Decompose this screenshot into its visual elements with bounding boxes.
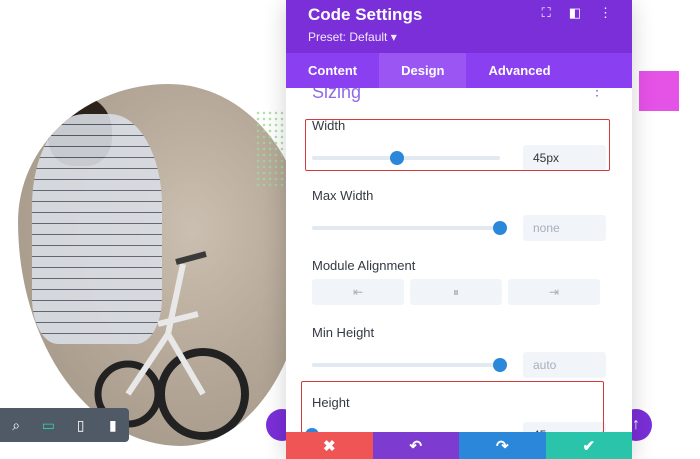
align-center-icon: ⏸ xyxy=(452,284,459,299)
expand-icon[interactable]: ⛶ xyxy=(542,5,551,21)
align-center-button[interactable]: ⏸ xyxy=(410,279,502,305)
section-controls: ⌃ ⋮ xyxy=(568,88,604,99)
save-button[interactable]: ✔ xyxy=(545,432,632,459)
alignment-options: ⇤ ⏸ ⇥ xyxy=(312,279,606,305)
max-width-slider-track[interactable] xyxy=(312,226,500,230)
pink-square-decoration xyxy=(639,71,679,111)
chevron-up-icon[interactable]: ⌃ xyxy=(568,88,580,99)
min-height-slider-track[interactable] xyxy=(312,363,500,367)
width-highlight-box xyxy=(305,119,610,171)
min-height-label: Min Height xyxy=(312,325,375,340)
undo-icon: ↶ xyxy=(409,437,423,455)
max-width-slider-row: none xyxy=(312,215,606,241)
section-title: Sizing xyxy=(312,88,362,102)
redo-icon: ↷ xyxy=(495,437,509,455)
more-icon[interactable]: ⋮ xyxy=(599,5,612,21)
min-height-value-input[interactable]: auto xyxy=(523,352,606,378)
align-right-button[interactable]: ⇥ xyxy=(508,279,600,305)
tab-content[interactable]: Content xyxy=(286,53,379,88)
tablet-view-icon[interactable]: ▯ xyxy=(65,408,97,442)
modal-footer: ✖ ↶ ↷ ✔ xyxy=(286,432,632,459)
min-height-slider-row: auto xyxy=(312,352,606,378)
redo-button[interactable]: ↷ xyxy=(459,432,546,459)
preset-dropdown[interactable]: Preset: Default ▾ xyxy=(308,30,610,44)
undo-button[interactable]: ↶ xyxy=(372,432,459,459)
sidebar-icon[interactable]: ◧ xyxy=(569,5,581,21)
phone-view-icon[interactable]: ▮ xyxy=(97,408,129,442)
sizing-section-header[interactable]: Sizing ⌃ ⋮ xyxy=(312,88,606,118)
module-alignment-field: Module Alignment ⇤ ⏸ ⇥ xyxy=(312,258,606,305)
page-canvas: ↑ ⌕ ▭ ▯ ▮ Code Settings Preset: Default … xyxy=(0,0,700,459)
header-actions: ⛶ ◧ ⋮ xyxy=(542,5,612,21)
align-left-button[interactable]: ⇤ xyxy=(312,279,404,305)
view-mode-toolbar: ⌕ ▭ ▯ ▮ xyxy=(0,408,129,442)
settings-tabs: Content Design Advanced xyxy=(286,53,632,88)
max-width-value-input[interactable]: none xyxy=(523,215,606,241)
max-width-field: Max Width none xyxy=(312,188,606,241)
section-more-icon[interactable]: ⋮ xyxy=(590,88,604,99)
cancel-button[interactable]: ✖ xyxy=(286,432,373,459)
min-height-slider-handle[interactable] xyxy=(493,358,507,372)
max-width-slider-handle[interactable] xyxy=(493,221,507,235)
tab-design[interactable]: Design xyxy=(379,53,467,88)
close-icon: ✖ xyxy=(322,437,336,455)
max-width-label: Max Width xyxy=(312,188,374,203)
modal-header: Code Settings Preset: Default ▾ ⛶ ◧ ⋮ xyxy=(286,0,632,53)
height-highlight-box xyxy=(301,381,604,433)
align-right-icon: ⇥ xyxy=(548,285,560,299)
align-left-icon: ⇤ xyxy=(352,285,364,299)
zoom-icon[interactable]: ⌕ xyxy=(0,408,32,442)
module-alignment-label: Module Alignment xyxy=(312,258,416,273)
min-height-field: Min Height auto xyxy=(312,325,606,378)
check-icon: ✔ xyxy=(582,437,596,455)
desktop-view-icon[interactable]: ▭ xyxy=(32,408,64,442)
tab-advanced[interactable]: Advanced xyxy=(466,53,572,88)
